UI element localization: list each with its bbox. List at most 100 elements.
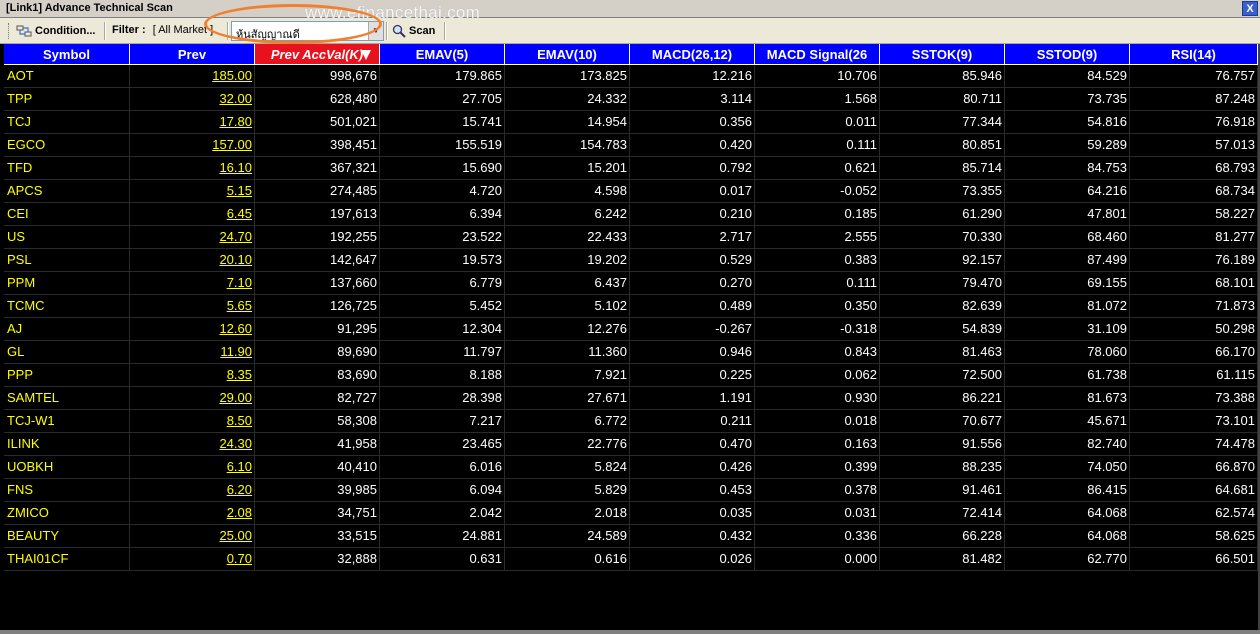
table-row[interactable]: TFD 16.10 367,321 15.690 15.201 0.792 0.621 85.… bbox=[4, 157, 1258, 180]
cell-prev[interactable]: 157.00 bbox=[130, 134, 255, 157]
signal-dropdown[interactable]: หุ้นสัญญาณดี ▼ bbox=[231, 21, 384, 41]
cell-rsi: 64.681 bbox=[1130, 479, 1258, 502]
close-button[interactable]: X bbox=[1242, 1, 1258, 16]
cell-prev-accval: 274,485 bbox=[255, 180, 380, 203]
cell-prev[interactable]: 8.50 bbox=[130, 410, 255, 433]
column-header-rsi[interactable]: RSI(14) bbox=[1130, 44, 1258, 65]
cell-prev[interactable]: 32.00 bbox=[130, 88, 255, 111]
cell-prev[interactable]: 0.70 bbox=[130, 548, 255, 571]
cell-prev[interactable]: 5.15 bbox=[130, 180, 255, 203]
cell-prev-accval: 398,451 bbox=[255, 134, 380, 157]
cell-rsi: 66.501 bbox=[1130, 548, 1258, 571]
cell-prev[interactable]: 8.35 bbox=[130, 364, 255, 387]
column-header-symbol[interactable]: Symbol bbox=[4, 44, 130, 65]
cell-prev[interactable]: 24.70 bbox=[130, 226, 255, 249]
table-row[interactable]: ILINK 24.30 41,958 23.465 22.776 0.470 0.163 91… bbox=[4, 433, 1258, 456]
cell-sstok: 72.500 bbox=[880, 364, 1005, 387]
column-header-macd-signal[interactable]: MACD Signal(26 bbox=[755, 44, 880, 65]
cell-prev-accval: 192,255 bbox=[255, 226, 380, 249]
cell-macd: 0.432 bbox=[630, 525, 755, 548]
cell-emav5: 15.690 bbox=[380, 157, 505, 180]
cell-rsi: 66.870 bbox=[1130, 456, 1258, 479]
cell-sstok: 91.461 bbox=[880, 479, 1005, 502]
cell-sstok: 88.235 bbox=[880, 456, 1005, 479]
column-header-macd[interactable]: MACD(26,12) bbox=[630, 44, 755, 65]
cell-macd-signal: -0.318 bbox=[755, 318, 880, 341]
filter-value[interactable]: [ All Market ] bbox=[153, 24, 214, 36]
table-row[interactable]: GL 11.90 89,690 11.797 11.360 0.946 0.843 81.46… bbox=[4, 341, 1258, 364]
column-header-sstod[interactable]: SSTOD(9) bbox=[1005, 44, 1130, 65]
cell-macd: 0.026 bbox=[630, 548, 755, 571]
cell-prev[interactable]: 20.10 bbox=[130, 249, 255, 272]
cell-prev[interactable]: 7.10 bbox=[130, 272, 255, 295]
cell-prev[interactable]: 11.90 bbox=[130, 341, 255, 364]
cell-prev-accval: 33,515 bbox=[255, 525, 380, 548]
cell-prev[interactable]: 16.10 bbox=[130, 157, 255, 180]
table-row[interactable]: AJ 12.60 91,295 12.304 12.276 -0.267 -0.318 54.… bbox=[4, 318, 1258, 341]
cell-emav10: 11.360 bbox=[505, 341, 630, 364]
cell-prev[interactable]: 24.30 bbox=[130, 433, 255, 456]
table-row[interactable]: PPP 8.35 83,690 8.188 7.921 0.225 0.062 72.500 6… bbox=[4, 364, 1258, 387]
cell-rsi: 62.574 bbox=[1130, 502, 1258, 525]
cell-emav5: 6.016 bbox=[380, 456, 505, 479]
table-row[interactable]: UOBKH 6.10 40,410 6.016 5.824 0.426 0.399 88.23… bbox=[4, 456, 1258, 479]
cell-sstod: 68.460 bbox=[1005, 226, 1130, 249]
cell-prev[interactable]: 6.10 bbox=[130, 456, 255, 479]
cell-sstok: 61.290 bbox=[880, 203, 1005, 226]
cell-emav5: 23.522 bbox=[380, 226, 505, 249]
table-row[interactable]: TPP 32.00 628,480 27.705 24.332 3.114 1.568 80.… bbox=[4, 88, 1258, 111]
table-row[interactable]: FNS 6.20 39,985 6.094 5.829 0.453 0.378 91.461 8… bbox=[4, 479, 1258, 502]
cell-symbol: ILINK bbox=[4, 433, 130, 456]
chevron-down-icon[interactable]: ▼ bbox=[368, 22, 383, 40]
cell-prev[interactable]: 17.80 bbox=[130, 111, 255, 134]
table-row[interactable]: PSL 20.10 142,647 19.573 19.202 0.529 0.383 92.… bbox=[4, 249, 1258, 272]
cell-prev[interactable]: 5.65 bbox=[130, 295, 255, 318]
cell-macd: 0.470 bbox=[630, 433, 755, 456]
column-header-emav5[interactable]: EMAV(5) bbox=[380, 44, 505, 65]
table-row[interactable]: EGCO 157.00 398,451 155.519 154.783 0.420 0.11… bbox=[4, 134, 1258, 157]
cell-macd-signal: 0.843 bbox=[755, 341, 880, 364]
cell-emav5: 4.720 bbox=[380, 180, 505, 203]
column-header-sstok[interactable]: SSTOK(9) bbox=[880, 44, 1005, 65]
cell-symbol: TCMC bbox=[4, 295, 130, 318]
scan-button[interactable]: Scan bbox=[392, 21, 435, 41]
table-row[interactable]: TCJ 17.80 501,021 15.741 14.954 0.356 0.011 77.… bbox=[4, 111, 1258, 134]
cell-macd: 1.191 bbox=[630, 387, 755, 410]
table-row[interactable]: AOT 185.00 998,676 179.865 173.825 12.216 10.7… bbox=[4, 65, 1258, 88]
table-row[interactable]: US 24.70 192,255 23.522 22.433 2.717 2.555 70.3… bbox=[4, 226, 1258, 249]
cell-emav5: 28.398 bbox=[380, 387, 505, 410]
column-header-emav10[interactable]: EMAV(10) bbox=[505, 44, 630, 65]
table-row[interactable]: APCS 5.15 274,485 4.720 4.598 0.017 -0.052 73.3… bbox=[4, 180, 1258, 203]
table-row[interactable]: SAMTEL 29.00 82,727 28.398 27.671 1.191 0.930 8… bbox=[4, 387, 1258, 410]
cell-emav5: 27.705 bbox=[380, 88, 505, 111]
table-row[interactable]: TCMC 5.65 126,725 5.452 5.102 0.489 0.350 82.63… bbox=[4, 295, 1258, 318]
cell-sstok: 79.470 bbox=[880, 272, 1005, 295]
table-row[interactable]: THAI01CF 0.70 32,888 0.631 0.616 0.026 0.000 81… bbox=[4, 548, 1258, 571]
cell-symbol: EGCO bbox=[4, 134, 130, 157]
cell-macd-signal: 10.706 bbox=[755, 65, 880, 88]
cell-prev[interactable]: 6.20 bbox=[130, 479, 255, 502]
cell-macd: 0.453 bbox=[630, 479, 755, 502]
cell-macd-signal: 0.621 bbox=[755, 157, 880, 180]
filter-caption: Filter : bbox=[112, 24, 146, 36]
column-header-prev[interactable]: Prev bbox=[130, 44, 255, 65]
cell-prev[interactable]: 29.00 bbox=[130, 387, 255, 410]
cell-prev[interactable]: 2.08 bbox=[130, 502, 255, 525]
table-row[interactable]: BEAUTY 25.00 33,515 24.881 24.589 0.432 0.336 6… bbox=[4, 525, 1258, 548]
table-row[interactable]: TCJ-W1 8.50 58,308 7.217 6.772 0.211 0.018 70.6… bbox=[4, 410, 1258, 433]
cell-prev[interactable]: 6.45 bbox=[130, 203, 255, 226]
cell-macd-signal: 0.062 bbox=[755, 364, 880, 387]
cell-emav10: 22.433 bbox=[505, 226, 630, 249]
column-header-prev-accval[interactable]: Prev AccVal(K) bbox=[255, 44, 380, 65]
cell-prev[interactable]: 12.60 bbox=[130, 318, 255, 341]
cell-symbol: PSL bbox=[4, 249, 130, 272]
cell-macd-signal: 0.399 bbox=[755, 456, 880, 479]
condition-button[interactable]: Condition... bbox=[16, 21, 95, 41]
table-row[interactable]: PPM 7.10 137,660 6.779 6.437 0.270 0.111 79.470… bbox=[4, 272, 1258, 295]
table-row[interactable]: ZMICO 2.08 34,751 2.042 2.018 0.035 0.031 72.41… bbox=[4, 502, 1258, 525]
cell-emav5: 6.094 bbox=[380, 479, 505, 502]
table-row[interactable]: CEI 6.45 197,613 6.394 6.242 0.210 0.185 61.290… bbox=[4, 203, 1258, 226]
cell-prev[interactable]: 185.00 bbox=[130, 65, 255, 88]
cell-prev[interactable]: 25.00 bbox=[130, 525, 255, 548]
cell-symbol: ZMICO bbox=[4, 502, 130, 525]
